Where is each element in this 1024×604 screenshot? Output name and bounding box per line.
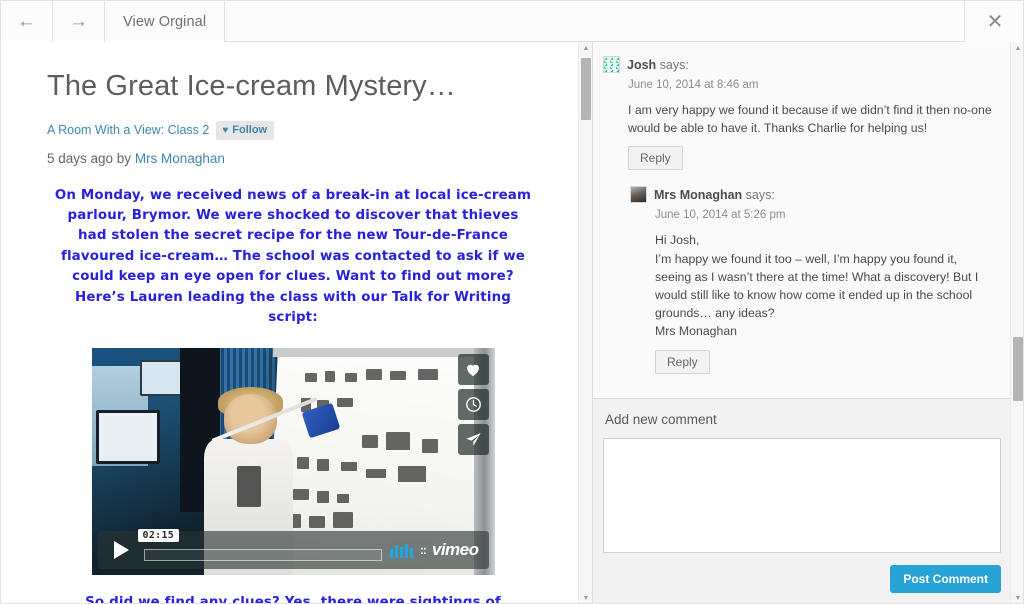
back-button[interactable]: ← [1, 1, 53, 42]
add-comment-section: Add new comment Post Comment [593, 400, 1010, 604]
scroll-down-arrow-icon[interactable]: ▼ [1011, 592, 1024, 604]
identicon-avatar [603, 56, 620, 73]
comment-item: Josh says: June 10, 2014 at 8:46 am I am… [603, 56, 996, 180]
author-link[interactable]: Mrs Monaghan [135, 151, 225, 166]
like-button[interactable] [458, 354, 489, 385]
comments-pane: Josh says: June 10, 2014 at 8:46 am I am… [593, 42, 1024, 604]
forward-button[interactable]: → [53, 1, 105, 42]
video-computer-monitor [96, 410, 160, 464]
scroll-up-arrow-icon[interactable]: ▲ [1011, 42, 1024, 55]
view-original-button[interactable]: View Orginal [105, 1, 225, 42]
post-meta: A Room With a View: Class 2 ♥ Follow [47, 121, 539, 139]
reply-button[interactable]: Reply [655, 350, 710, 374]
reply-button[interactable]: Reply [628, 146, 683, 170]
byline: 5 days ago by Mrs Monaghan [47, 151, 539, 166]
page-title: The Great Ice-cream Mystery… [47, 70, 539, 103]
comment-timestamp: June 10, 2014 at 8:46 am [628, 79, 996, 91]
post-paragraph-outro: So did we find any clues? Yes, there wer… [47, 593, 539, 604]
heart-icon: ♥ [222, 124, 228, 137]
arrow-left-icon: ← [17, 12, 36, 31]
comment-header: Mrs Monaghan says: [630, 186, 996, 203]
photo-avatar [630, 186, 647, 203]
close-icon: ✕ [987, 9, 1004, 34]
video-progress-area[interactable]: 02:15 [140, 531, 390, 569]
video-progress-bar[interactable] [144, 549, 382, 561]
video-time-label: 02:15 [138, 529, 180, 542]
video-tshirt-graphic [237, 466, 261, 507]
article-scrollbar-thumb[interactable] [581, 58, 591, 120]
comment-body: Hi Josh, I’m happy we found it too – wel… [655, 231, 996, 340]
volume-equalizer-icon[interactable] [390, 543, 413, 558]
blog-name-link[interactable]: A Room With a View: Class 2 [47, 123, 209, 137]
comment-author-name: Mrs Monaghan [654, 188, 742, 202]
scroll-up-arrow-icon[interactable]: ▲ [579, 42, 593, 55]
comment-author: Mrs Monaghan says: [654, 188, 775, 202]
comments-list: Josh says: June 10, 2014 at 8:46 am I am… [593, 42, 1010, 399]
article-content: The Great Ice-cream Mystery… A Room With… [1, 42, 579, 604]
view-original-label: View Orginal [123, 14, 206, 30]
scroll-down-arrow-icon[interactable]: ▼ [579, 592, 593, 604]
hd-toggle[interactable]: :: [420, 543, 426, 557]
video-whiteboard-top [273, 348, 483, 357]
comment-body: I am very happy we found it because if w… [628, 101, 996, 137]
top-toolbar: ← → View Orginal ✕ [1, 1, 1024, 42]
comment-says-label: says: [742, 188, 775, 202]
comment-item: Mrs Monaghan says: June 10, 2014 at 5:26… [630, 186, 996, 383]
follow-button[interactable]: ♥ Follow [216, 121, 274, 139]
post-comment-row: Post Comment [603, 565, 1001, 593]
follow-label: Follow [232, 123, 267, 137]
video-controls-bar: 02:15 :: vimeo [98, 531, 489, 569]
comment-header: Josh says: [603, 56, 996, 73]
article-scrollbar[interactable]: ▲ ▼ [578, 42, 592, 604]
comment-input[interactable] [603, 438, 1001, 553]
arrow-right-icon: → [69, 12, 88, 31]
article-scroll-region: The Great Ice-cream Mystery… A Room With… [1, 42, 579, 604]
add-comment-title: Add new comment [605, 412, 996, 427]
video-action-buttons [458, 354, 489, 455]
close-button[interactable]: ✕ [965, 1, 1024, 42]
post-paragraph-intro: On Monday, we received news of a break-i… [47, 186, 539, 329]
view-original-overlay: ← → View Orginal ✕ The Great Ice-cream M… [0, 0, 1024, 604]
watch-later-button[interactable] [458, 389, 489, 420]
post-comment-button[interactable]: Post Comment [890, 565, 1001, 593]
article-pane: The Great Ice-cream Mystery… A Room With… [1, 42, 593, 604]
comments-scrollbar-thumb[interactable] [1013, 337, 1023, 401]
heart-icon [465, 362, 481, 377]
comment-says-label: says: [656, 58, 689, 72]
comments-scrollbar[interactable]: ▲ ▼ [1010, 42, 1024, 604]
vimeo-logo[interactable]: vimeo [432, 540, 479, 560]
comment-author: Josh says: [627, 58, 689, 72]
comment-content: June 10, 2014 at 8:46 am I am very happy… [603, 79, 996, 180]
toolbar-spacer [225, 1, 965, 41]
content-split: The Great Ice-cream Mystery… A Room With… [1, 42, 1024, 604]
comment-content: June 10, 2014 at 5:26 pm Hi Josh, I’m ha… [630, 209, 996, 383]
clock-icon [465, 396, 482, 413]
vimeo-video-player[interactable]: 02:15 :: vimeo [92, 348, 495, 575]
play-button[interactable] [104, 535, 140, 565]
comment-author-name: Josh [627, 58, 656, 72]
paper-plane-icon [465, 431, 482, 448]
share-button[interactable] [458, 424, 489, 455]
comment-timestamp: June 10, 2014 at 5:26 pm [655, 209, 996, 221]
byline-prefix: 5 days ago by [47, 151, 135, 166]
